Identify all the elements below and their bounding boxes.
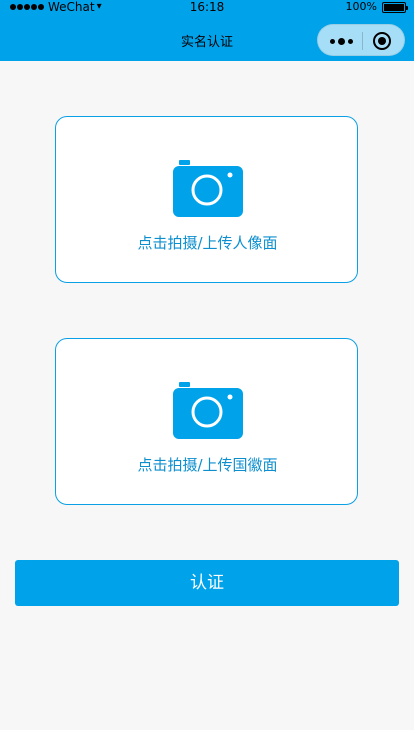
upload-emblem-label: 点击拍摄/上传国徽面 xyxy=(137,456,278,474)
battery-icon xyxy=(382,1,408,13)
upload-emblem-side-card[interactable]: 点击拍摄/上传国徽面 xyxy=(55,338,358,505)
target-close-icon[interactable] xyxy=(373,32,391,50)
status-bar: WeChat ▾ 16:18 100% xyxy=(0,0,414,14)
camera-icon xyxy=(173,160,243,217)
battery-percent: 100% xyxy=(345,0,377,13)
capsule-divider xyxy=(362,32,363,50)
verify-button[interactable]: 认证 xyxy=(15,560,399,606)
upload-portrait-label: 点击拍摄/上传人像面 xyxy=(137,234,278,252)
top-bar: WeChat ▾ 16:18 100% 实名认证 xyxy=(0,0,414,61)
more-dots-icon[interactable] xyxy=(328,32,354,50)
battery-indicator: 100% xyxy=(345,0,408,14)
mini-program-capsule xyxy=(317,24,405,56)
upload-portrait-side-card[interactable]: 点击拍摄/上传人像面 xyxy=(55,116,358,283)
camera-icon xyxy=(173,382,243,439)
